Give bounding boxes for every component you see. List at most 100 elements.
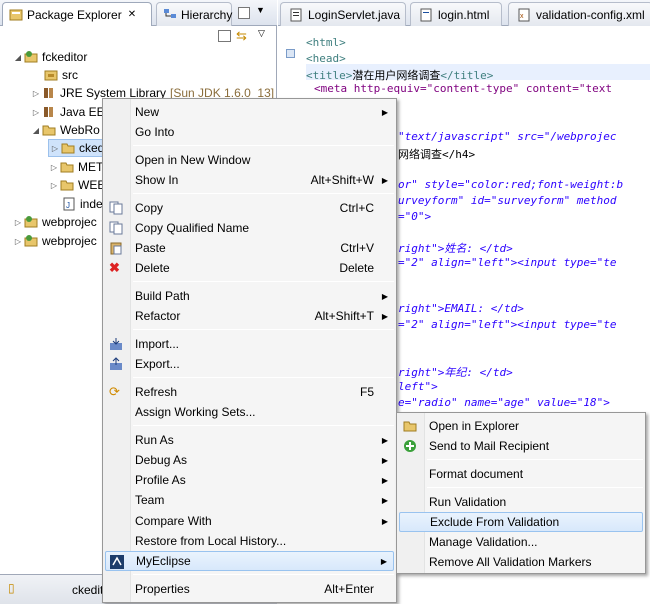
view-menu-icon[interactable]: ▼ bbox=[256, 5, 265, 15]
menu-item-myeclipse[interactable]: MyEclipse ▶ bbox=[105, 551, 394, 571]
tree-item-javaee[interactable]: ▷ Java EE bbox=[30, 103, 105, 121]
submenu-arrow-icon: ▶ bbox=[381, 435, 388, 445]
menu-item-copy-qualified[interactable]: Copy Qualified Name bbox=[105, 218, 394, 238]
view-menu-icon[interactable]: ▽ bbox=[258, 28, 265, 39]
menu-item-import[interactable]: Import... bbox=[105, 334, 394, 354]
web-project-icon bbox=[24, 215, 38, 229]
tree-item-index[interactable]: J inde bbox=[62, 195, 103, 213]
collapsed-arrow-icon[interactable]: ▷ bbox=[48, 163, 60, 172]
menu-item-debug-as[interactable]: Debug As ▶ bbox=[105, 450, 394, 470]
menu-separator bbox=[133, 425, 394, 426]
tree-item-ckeditor[interactable]: ▷ cked bbox=[48, 139, 106, 157]
tree-item-project[interactable]: ◢ fckeditor bbox=[12, 48, 87, 66]
submenu-item-run-validation[interactable]: Run Validation bbox=[399, 492, 643, 512]
tab-login-html[interactable]: login.html bbox=[410, 2, 502, 26]
menu-item-assign-working-sets[interactable]: Assign Working Sets... bbox=[105, 402, 394, 422]
expanded-arrow-icon[interactable]: ◢ bbox=[12, 53, 24, 62]
tab-validation-config[interactable]: x validation-config.xml bbox=[508, 2, 650, 26]
menu-item-label: Compare With bbox=[135, 514, 212, 528]
menu-item-label: Copy Qualified Name bbox=[135, 221, 250, 235]
collapsed-arrow-icon[interactable]: ▷ bbox=[49, 144, 61, 153]
fold-marker-icon[interactable] bbox=[286, 49, 295, 58]
context-menu: New ▶ Go Into Open in New Window Show In A… bbox=[102, 98, 397, 603]
menu-item-refactor[interactable]: Refactor Alt+Shift+T ▶ bbox=[105, 306, 394, 326]
paste-icon bbox=[109, 241, 123, 255]
jsp-file-icon: J bbox=[62, 197, 76, 211]
tab-label: LoginServlet.java bbox=[308, 7, 401, 22]
tree-item-webproject1[interactable]: ▷ webprojec bbox=[12, 213, 97, 231]
code-line: <meta http-equiv="content-type" content=… bbox=[314, 82, 613, 95]
minimize-icon[interactable] bbox=[238, 7, 250, 19]
tab-loginservlet[interactable]: LoginServlet.java bbox=[280, 2, 406, 26]
menu-item-refresh[interactable]: ⟳ Refresh F5 bbox=[105, 382, 394, 402]
submenu-arrow-icon: ▶ bbox=[381, 291, 388, 301]
submenu-arrow-icon: ▶ bbox=[381, 495, 388, 505]
shortcut-label: Alt+Shift+W bbox=[310, 173, 374, 187]
menu-item-run-as[interactable]: Run As ▶ bbox=[105, 430, 394, 450]
svg-text:x: x bbox=[520, 13, 524, 20]
menu-item-restore-history[interactable]: Restore from Local History... bbox=[105, 531, 394, 551]
tree-item-metainf[interactable]: ▷ MET bbox=[48, 158, 103, 176]
code-line: right">EMAIL: </td> bbox=[398, 302, 524, 315]
menu-item-new[interactable]: New ▶ bbox=[105, 102, 394, 122]
menu-item-delete[interactable]: ✖ Delete Delete bbox=[105, 258, 394, 278]
tab-label: validation-config.xml bbox=[536, 7, 645, 22]
menu-item-label: Exclude From Validation bbox=[430, 515, 560, 529]
submenu-item-exclude-validation[interactable]: Exclude From Validation bbox=[399, 512, 643, 532]
tree-item-label: webprojec bbox=[42, 234, 97, 248]
editor-tabbar: LoginServlet.java login.html x validatio… bbox=[278, 0, 650, 26]
menu-item-show-in[interactable]: Show In Alt+Shift+W ▶ bbox=[105, 170, 394, 190]
menu-item-copy[interactable]: Copy Ctrl+C bbox=[105, 198, 394, 218]
collapsed-arrow-icon[interactable]: ▷ bbox=[12, 218, 24, 227]
status-label: ckedit bbox=[72, 583, 104, 597]
menu-item-label: Debug As bbox=[135, 453, 188, 467]
submenu-item-open-explorer[interactable]: Open in Explorer bbox=[399, 416, 643, 436]
menu-item-export[interactable]: Export... bbox=[105, 354, 394, 374]
collapsed-arrow-icon[interactable]: ▷ bbox=[12, 237, 24, 246]
folder-open-icon bbox=[403, 419, 417, 433]
tree-item-label: src bbox=[62, 68, 78, 82]
tree-item-webinf[interactable]: ▷ WEE bbox=[48, 176, 105, 194]
link-editor-icon[interactable]: ⇆ bbox=[236, 28, 247, 44]
submenu-item-remove-markers[interactable]: Remove All Validation Markers bbox=[399, 552, 643, 572]
menu-item-label: Run As bbox=[135, 433, 174, 447]
menu-item-label: Go Into bbox=[135, 125, 175, 139]
menu-item-label: Properties bbox=[135, 582, 190, 596]
refresh-icon: ⟳ bbox=[109, 384, 120, 399]
submenu-item-manage-validation[interactable]: Manage Validation... bbox=[399, 532, 643, 552]
collapsed-arrow-icon[interactable]: ▷ bbox=[30, 108, 42, 117]
menu-item-profile-as[interactable]: Profile As ▶ bbox=[105, 470, 394, 490]
menu-item-team[interactable]: Team ▶ bbox=[105, 490, 394, 510]
code-line: e="radio" name="age" value="18"> bbox=[398, 396, 610, 409]
collapse-all-icon[interactable] bbox=[218, 30, 231, 42]
myeclipse-icon bbox=[110, 555, 124, 569]
submenu-item-format-document[interactable]: Format document bbox=[399, 464, 643, 484]
shortcut-label: Alt+Enter bbox=[324, 582, 374, 596]
menu-item-compare-with[interactable]: Compare With ▶ bbox=[105, 511, 394, 531]
tree-item-webroot[interactable]: ◢ WebRo bbox=[30, 121, 100, 139]
menu-item-label: Refresh bbox=[135, 385, 178, 399]
code-line: <head> bbox=[306, 52, 346, 65]
menu-item-label: Restore from Local History... bbox=[135, 534, 287, 548]
tree-item-src[interactable]: src bbox=[44, 66, 78, 84]
collapsed-arrow-icon[interactable]: ▷ bbox=[48, 181, 60, 190]
tab-package-explorer[interactable]: Package Explorer ✕ bbox=[2, 2, 152, 26]
menu-item-paste[interactable]: Paste Ctrl+V bbox=[105, 238, 394, 258]
collapsed-arrow-icon[interactable]: ▷ bbox=[30, 89, 42, 98]
menu-item-properties[interactable]: Properties Alt+Enter bbox=[105, 579, 394, 599]
tree-item-webproject2[interactable]: ▷ webprojec bbox=[12, 232, 97, 250]
delete-icon: ✖ bbox=[109, 260, 120, 275]
fast-view-icon[interactable]: ▯ bbox=[8, 581, 15, 595]
expanded-arrow-icon[interactable]: ◢ bbox=[30, 126, 42, 135]
menu-separator bbox=[133, 329, 394, 330]
package-explorer-icon bbox=[9, 8, 23, 22]
close-icon[interactable]: ✕ bbox=[128, 9, 136, 20]
shortcut-label: F5 bbox=[359, 385, 374, 399]
menu-item-go-into[interactable]: Go Into bbox=[105, 122, 394, 142]
submenu-item-send-mail[interactable]: Send to Mail Recipient bbox=[399, 436, 643, 456]
tab-hierarchy[interactable]: Hierarchy bbox=[156, 2, 232, 26]
menu-item-build-path[interactable]: Build Path ▶ bbox=[105, 286, 394, 306]
menu-item-open-new-window[interactable]: Open in New Window bbox=[105, 150, 394, 170]
import-icon bbox=[109, 337, 123, 351]
code-line: "text/javascript" src="/webprojec bbox=[398, 130, 617, 143]
